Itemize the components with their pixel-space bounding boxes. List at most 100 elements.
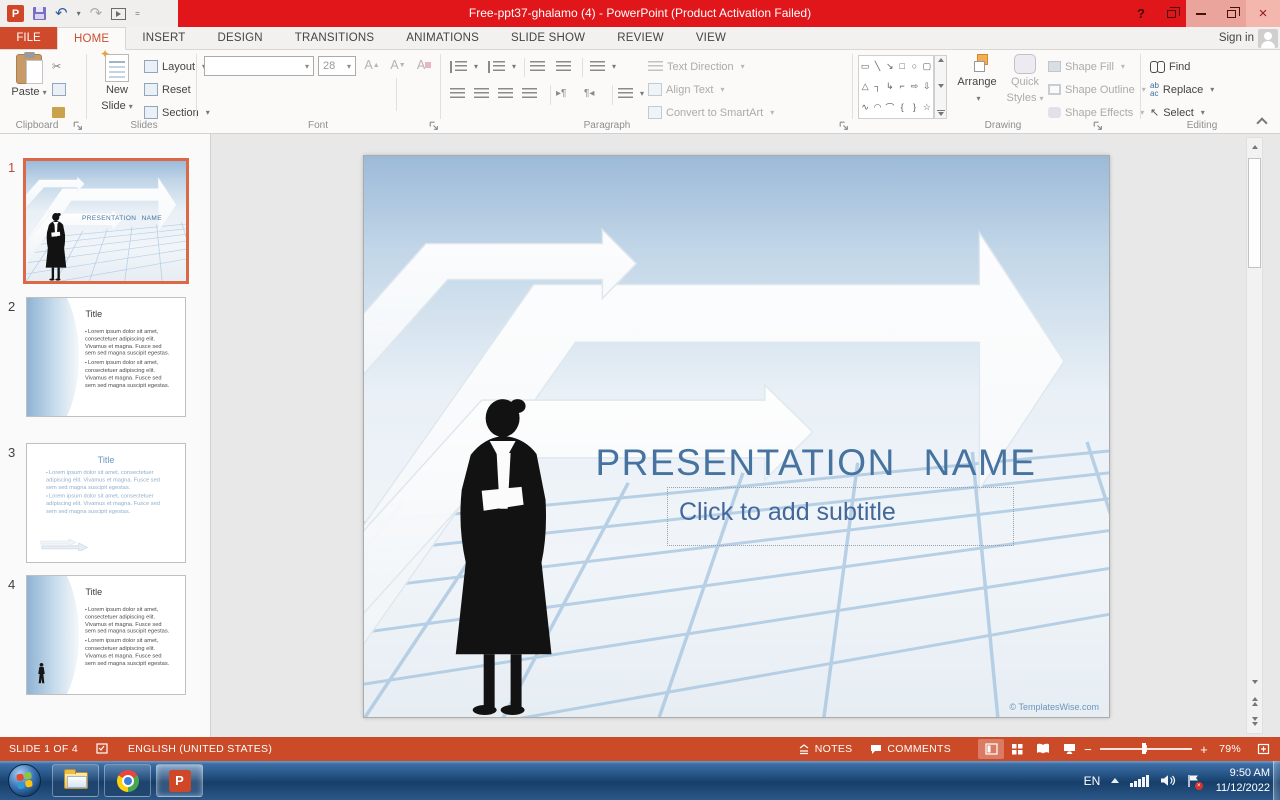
tab-review[interactable]: REVIEW	[601, 27, 680, 49]
shape-star-icon[interactable]: ☆	[921, 96, 933, 118]
align-right-button[interactable]	[498, 83, 513, 104]
slide-thumbnail-1[interactable]: PRESENTATION NAME	[23, 158, 189, 284]
restore-button[interactable]	[1216, 0, 1246, 27]
undo-icon[interactable]: ↶	[55, 6, 68, 21]
cut-button[interactable]: ✂	[52, 56, 61, 77]
scroll-up-button[interactable]	[1247, 139, 1262, 154]
font-name-combobox[interactable]: ▾	[204, 56, 314, 76]
shape-outline-button[interactable]: Shape Outline	[1048, 79, 1146, 100]
scroll-down-button[interactable]	[1247, 674, 1262, 689]
paste-button[interactable]: Paste	[4, 54, 54, 100]
previous-slide-button[interactable]	[1247, 694, 1262, 709]
arrange-button[interactable]: Arrange	[952, 54, 1002, 106]
slide-canvas[interactable]: PRESENTATION NAME Click to add subtitle …	[363, 155, 1110, 718]
shape-curve-icon[interactable]: ⌒	[884, 96, 896, 118]
shape-down-arrow-icon[interactable]: ⇩	[921, 76, 933, 96]
zoom-in-button[interactable]: +	[1198, 742, 1210, 757]
justify-button[interactable]	[522, 83, 537, 104]
tray-clock[interactable]: 9:50 AM 11/12/2022	[1216, 766, 1270, 796]
bullets-button[interactable]	[450, 56, 478, 77]
powerpoint-logo-icon[interactable]: P	[7, 5, 24, 22]
new-slide-button[interactable]: New Slide	[92, 54, 142, 114]
shape-elbow-icon[interactable]: ┐	[871, 76, 883, 96]
network-icon[interactable]	[1130, 775, 1149, 787]
decrease-indent-button[interactable]	[530, 56, 545, 77]
ltr-direction-button[interactable]: ▸¶	[556, 83, 566, 104]
reset-button[interactable]: Reset	[144, 79, 191, 100]
shape-arrow-icon[interactable]: ↘	[884, 56, 896, 76]
tab-design[interactable]: DESIGN	[201, 27, 278, 49]
slide-subtitle-placeholder[interactable]: Click to add subtitle	[667, 487, 1014, 546]
taskbar-explorer-button[interactable]	[52, 764, 99, 797]
quick-styles-button[interactable]: Quick Styles	[1000, 54, 1050, 106]
shape-textbox-icon[interactable]: ▭	[859, 56, 871, 76]
vertical-scrollbar[interactable]	[1246, 137, 1263, 734]
shapes-gallery[interactable]: ▭ ╲ ↘ □ ○ ▢ △ ┐ ↳ ⌐ ⇨ ⇩ ∿ ◠ ⌒ { } ☆	[858, 55, 934, 119]
grow-font-button[interactable]: A▲	[362, 55, 382, 75]
slide-thumbnail-3[interactable]: Title Lorem ipsum dolor sit amet, consec…	[26, 443, 186, 563]
shape-scribble-icon[interactable]: ∿	[859, 96, 871, 118]
undo-caret-icon[interactable]: ▾	[77, 9, 81, 18]
text-direction-button[interactable]: Text Direction	[648, 56, 745, 77]
start-button[interactable]	[8, 764, 41, 797]
zoom-slider-knob[interactable]	[1142, 743, 1146, 754]
slide-thumbnail-2[interactable]: Title Lorem ipsum dolor sit amet, consec…	[26, 297, 186, 417]
shape-elbow-arrow-icon[interactable]: ↳	[884, 76, 896, 96]
taskbar-powerpoint-button[interactable]: P	[156, 764, 203, 797]
shapes-gallery-scrollbar[interactable]	[934, 55, 947, 119]
slide-indicator[interactable]: SLIDE 1 OF 4	[0, 737, 87, 761]
shape-brace-left-icon[interactable]: {	[896, 96, 908, 118]
tab-slideshow[interactable]: SLIDE SHOW	[495, 27, 601, 49]
fit-slide-to-window-button[interactable]	[1250, 739, 1276, 759]
tab-insert[interactable]: INSERT	[126, 27, 201, 49]
slideshow-view-button[interactable]	[1056, 739, 1082, 759]
paragraph-dialog-launcher[interactable]	[838, 120, 849, 131]
zoom-out-button[interactable]: −	[1082, 742, 1094, 757]
align-text-button[interactable]: Align Text	[648, 79, 725, 100]
columns-button[interactable]	[618, 83, 644, 104]
tab-home[interactable]: HOME	[57, 27, 126, 50]
align-center-button[interactable]	[474, 83, 489, 104]
ribbon-display-options-button[interactable]	[1156, 0, 1186, 27]
shape-rectangle-icon[interactable]: □	[896, 56, 908, 76]
volume-icon[interactable]	[1160, 774, 1176, 787]
clear-formatting-button[interactable]: A	[414, 55, 434, 75]
spell-check-button[interactable]	[87, 737, 119, 761]
start-slideshow-icon[interactable]	[111, 8, 126, 20]
zoom-slider[interactable]	[1100, 748, 1192, 750]
align-left-button[interactable]	[450, 83, 465, 104]
close-button[interactable]: ×	[1246, 0, 1280, 27]
next-slide-button[interactable]	[1247, 714, 1262, 729]
tab-transitions[interactable]: TRANSITIONS	[279, 27, 391, 49]
rtl-direction-button[interactable]: ¶◂	[584, 83, 594, 104]
show-hidden-icons-button[interactable]	[1111, 778, 1119, 783]
slide-title-placeholder[interactable]: PRESENTATION NAME	[581, 442, 1051, 484]
find-button[interactable]: Find	[1150, 56, 1190, 77]
clipboard-dialog-launcher[interactable]	[72, 120, 83, 131]
sign-in-link[interactable]: Sign in	[1219, 27, 1254, 50]
shape-line-icon[interactable]: ╲	[871, 56, 883, 76]
copy-button[interactable]	[52, 79, 66, 100]
drawing-dialog-launcher[interactable]	[1092, 120, 1103, 131]
scrollbar-thumb[interactable]	[1248, 158, 1261, 268]
font-size-combobox[interactable]: 28▾	[318, 56, 356, 76]
help-button[interactable]: ?	[1126, 0, 1156, 27]
qat-customize-icon[interactable]: =	[135, 9, 140, 18]
save-icon[interactable]	[33, 7, 46, 20]
shape-fill-button[interactable]: Shape Fill	[1048, 56, 1125, 77]
shape-right-arrow-icon[interactable]: ⇨	[908, 76, 920, 96]
minimize-button[interactable]	[1186, 0, 1216, 27]
shape-rounded-rect-icon[interactable]: ▢	[921, 56, 933, 76]
shape-bracket-icon[interactable]: ⌐	[896, 76, 908, 96]
taskbar-chrome-button[interactable]	[104, 764, 151, 797]
shape-oval-icon[interactable]: ○	[908, 56, 920, 76]
shape-arc-icon[interactable]: ◠	[871, 96, 883, 118]
zoom-level[interactable]: 79%	[1210, 737, 1250, 761]
comments-button[interactable]: COMMENTS	[861, 737, 960, 761]
shrink-font-button[interactable]: A▼	[388, 55, 408, 75]
shape-brace-right-icon[interactable]: }	[908, 96, 920, 118]
numbering-button[interactable]	[488, 56, 516, 77]
redo-icon[interactable]: ↷	[90, 6, 103, 21]
slide-sorter-view-button[interactable]	[1004, 739, 1030, 759]
font-dialog-launcher[interactable]	[428, 120, 439, 131]
